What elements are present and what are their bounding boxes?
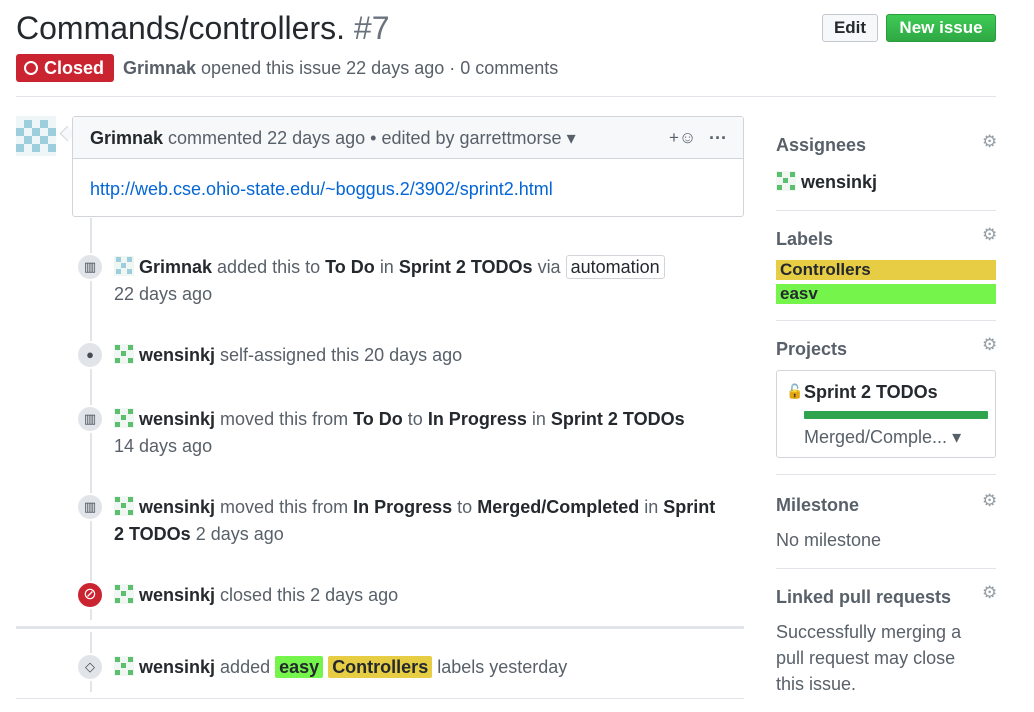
sidebar-divider xyxy=(776,320,996,321)
avatar[interactable] xyxy=(114,408,134,428)
project-link[interactable]: Sprint xyxy=(663,497,715,517)
avatar[interactable] xyxy=(114,584,134,604)
timeline-divider xyxy=(16,626,744,629)
timeline-event: Grimnak added this to To Do in Sprint 2 … xyxy=(114,254,665,280)
timeline-event: wensinkj moved this from To Do to In Pro… xyxy=(114,406,685,432)
project-progress-bar xyxy=(804,411,988,419)
issue-number: #7 xyxy=(353,10,390,46)
chevron-down-icon[interactable]: ▾ xyxy=(567,128,576,148)
timeline-event: wensinkj closed this 2 days ago xyxy=(114,582,398,608)
sidebar-divider xyxy=(776,210,996,211)
linked-pr-heading[interactable]: Linked pull requests xyxy=(776,587,951,608)
comment-link[interactable]: http://web.cse.ohio-state.edu/~boggus.2/… xyxy=(90,179,553,200)
chevron-down-icon: ▾ xyxy=(952,427,962,447)
event-user-link[interactable]: wensinkj xyxy=(139,345,215,365)
timeline-event: wensinkj moved this from In Progress to … xyxy=(114,494,715,520)
avatar[interactable] xyxy=(114,496,134,516)
timeline-event: wensinkj self-assigned this 20 days ago xyxy=(114,342,462,368)
closed-icon: ⊘ xyxy=(76,581,104,609)
avatar[interactable] xyxy=(114,256,134,276)
timeline-event-cont: 2 TODOs 2 days ago xyxy=(114,521,284,547)
avatar[interactable] xyxy=(776,171,796,191)
issue-author-link[interactable]: Grimnak xyxy=(123,58,196,78)
add-reaction-icon[interactable]: +☺ xyxy=(669,117,696,159)
linked-pr-text-1: Successfully merging a xyxy=(776,622,962,642)
comment-author-link[interactable]: Grimnak xyxy=(90,128,163,148)
event-user-link[interactable]: wensinkj xyxy=(139,585,215,605)
project-icon: ▥ xyxy=(76,405,104,433)
event-user-link[interactable]: wensinkj xyxy=(139,497,215,517)
gear-icon[interactable]: ⚙ xyxy=(982,583,997,603)
assignee-name[interactable]: wensinkj xyxy=(801,172,877,192)
timeline-event: wensinkj added easy Controllers labels y… xyxy=(114,654,567,680)
assignees-heading[interactable]: Assignees xyxy=(776,135,866,156)
label-easy[interactable]: easy xyxy=(275,656,324,678)
avatar[interactable] xyxy=(114,656,134,676)
gear-icon[interactable]: ⚙ xyxy=(982,491,997,511)
label-controllers[interactable]: Controllers xyxy=(776,260,996,280)
edit-button[interactable]: Edit xyxy=(822,14,878,42)
timeline-bottom-divider xyxy=(16,698,744,699)
label-controllers[interactable]: Controllers xyxy=(328,656,433,678)
gear-icon[interactable]: ⚙ xyxy=(982,132,997,152)
milestone-value: No milestone xyxy=(776,530,882,550)
project-column-select[interactable]: Merged/Comple... ▾ xyxy=(804,427,961,448)
event-time[interactable]: 2 days ago xyxy=(196,524,284,544)
issue-title: Commands/controllers. xyxy=(16,10,345,46)
project-icon: ▥ xyxy=(76,253,104,281)
issue-closed-icon xyxy=(24,61,38,75)
project-card: 🔓 Sprint 2 TODOs Merged/Comple... ▾ xyxy=(776,370,996,458)
header-divider xyxy=(16,96,996,97)
avatar[interactable] xyxy=(16,116,56,156)
project-icon: ▥ xyxy=(76,493,104,521)
comment-header: Grimnak commented 22 days ago • edited b… xyxy=(73,117,743,159)
event-time[interactable]: 14 days ago xyxy=(114,433,212,459)
person-icon: ● xyxy=(76,341,104,369)
sidebar-divider xyxy=(776,568,996,569)
assignee[interactable]: wensinkj xyxy=(776,169,877,195)
more-options-icon[interactable]: ··· xyxy=(709,117,727,159)
lock-icon: 🔓 xyxy=(786,383,804,399)
milestone-heading[interactable]: Milestone xyxy=(776,495,859,516)
project-link[interactable]: 2 TODOs xyxy=(114,524,191,544)
avatar[interactable] xyxy=(114,344,134,364)
project-link[interactable]: Sprint 2 TODOs xyxy=(551,409,685,429)
page-title: Commands/controllers. #7 xyxy=(16,8,389,48)
labels-heading[interactable]: Labels xyxy=(776,229,833,250)
gear-icon[interactable]: ⚙ xyxy=(982,335,997,355)
new-issue-button[interactable]: New issue xyxy=(886,14,996,42)
comment-meta[interactable]: commented 22 days ago • edited by garret… xyxy=(168,128,562,148)
label-easy[interactable]: easv xyxy=(776,284,996,304)
status-label: Closed xyxy=(44,58,105,78)
event-user-link[interactable]: wensinkj xyxy=(139,657,215,677)
project-link[interactable]: Sprint 2 TODOs xyxy=(399,257,533,277)
event-user-link[interactable]: Grimnak xyxy=(139,257,212,277)
gear-icon[interactable]: ⚙ xyxy=(982,225,997,245)
sidebar-divider xyxy=(776,474,996,475)
issue-meta: Grimnak opened this issue 22 days ago · … xyxy=(123,57,558,79)
project-name[interactable]: Sprint 2 TODOs xyxy=(804,382,938,403)
projects-heading[interactable]: Projects xyxy=(776,339,847,360)
tag-icon: ◇ xyxy=(76,653,104,681)
event-time[interactable]: 22 days ago xyxy=(114,281,212,307)
linked-pr-text-2: pull request may close xyxy=(776,648,956,668)
linked-pr-text-3: this issue. xyxy=(776,674,857,694)
automation-badge: automation xyxy=(565,255,665,279)
comment-box: Grimnak commented 22 days ago • edited b… xyxy=(72,116,744,217)
status-badge: Closed xyxy=(16,54,114,82)
event-user-link[interactable]: wensinkj xyxy=(139,409,215,429)
issue-opened-text: opened this issue 22 days ago · 0 commen… xyxy=(201,58,559,78)
